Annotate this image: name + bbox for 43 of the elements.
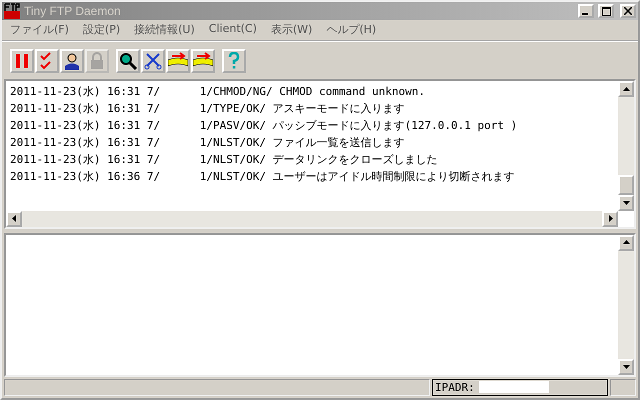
help-icon (227, 52, 241, 70)
toolbar-button[interactable] (191, 48, 215, 73)
log-line: 2011-11-23(水) 16:31 7/ 1/TYPE/OK/ アスキーモードに入ります (10, 101, 406, 118)
status-panel (610, 378, 636, 396)
menu-item[interactable]: ファイル(F) (10, 22, 69, 38)
log-line: 2011-11-23(水) 16:36 7/ 1/NLST/OK/ ユーザーはアイドル時間制限により切断されます (10, 169, 516, 186)
log-line: 2011-11-23(水) 16:31 7/ 1/NLST/OK/ ファイル一覧を送信します (10, 135, 406, 152)
menu-item[interactable]: 表示(W) (270, 22, 312, 38)
scissors-icon (144, 52, 162, 70)
maximize-button[interactable] (598, 4, 614, 18)
magnifier-icon (119, 52, 137, 70)
redacted-block (478, 381, 549, 394)
toolbar-button[interactable] (60, 48, 84, 73)
menu-item[interactable]: Client(C) (208, 22, 257, 38)
right-arrow-icon (606, 215, 614, 222)
up-arrow-icon (622, 86, 630, 93)
log-line: 2011-11-23(水) 16:31 7/ 1/NLST/OK/ データリンクをクローズしました (10, 152, 439, 168)
pause-icon (15, 52, 29, 69)
menu-item[interactable]: ヘルプ(H) (326, 22, 376, 38)
toolbar-button[interactable] (166, 48, 190, 73)
lock-icon (89, 52, 105, 70)
menu-item[interactable]: 設定(P) (82, 22, 120, 38)
log-line: 2011-11-23(水) 16:31 7/ 1/CHMOD/NG/ CHMOD command unknown. (10, 84, 426, 100)
down-arrow-icon (622, 363, 630, 370)
toolbar-button[interactable] (116, 48, 140, 73)
menu-item[interactable]: 接続情報(U) (134, 22, 195, 38)
user-icon (63, 52, 81, 70)
log-line: 2011-11-23(水) 16:31 7/ 1/PASV/OK/ パッシブモードに入ります(127.0.0.1 port ) (10, 118, 518, 134)
close-icon (624, 7, 632, 16)
left-arrow-icon (10, 215, 18, 222)
toolbar-button[interactable] (141, 48, 165, 73)
up-arrow-icon (622, 239, 630, 246)
ip-label: IPADR: (435, 380, 475, 394)
horizontal-scrollbar[interactable] (6, 210, 618, 227)
down-arrow-icon (622, 199, 630, 206)
maximize-icon (602, 6, 610, 16)
vertical-scrollbar[interactable] (618, 81, 634, 211)
close-button[interactable] (620, 4, 636, 18)
ftp-logo-icon (4, 3, 20, 20)
minimize-button[interactable] (578, 4, 594, 18)
scrollbar-thumb[interactable] (618, 174, 634, 195)
window-title: Tiny FTP Daemon (24, 4, 122, 18)
vertical-scrollbar[interactable] (618, 234, 634, 375)
